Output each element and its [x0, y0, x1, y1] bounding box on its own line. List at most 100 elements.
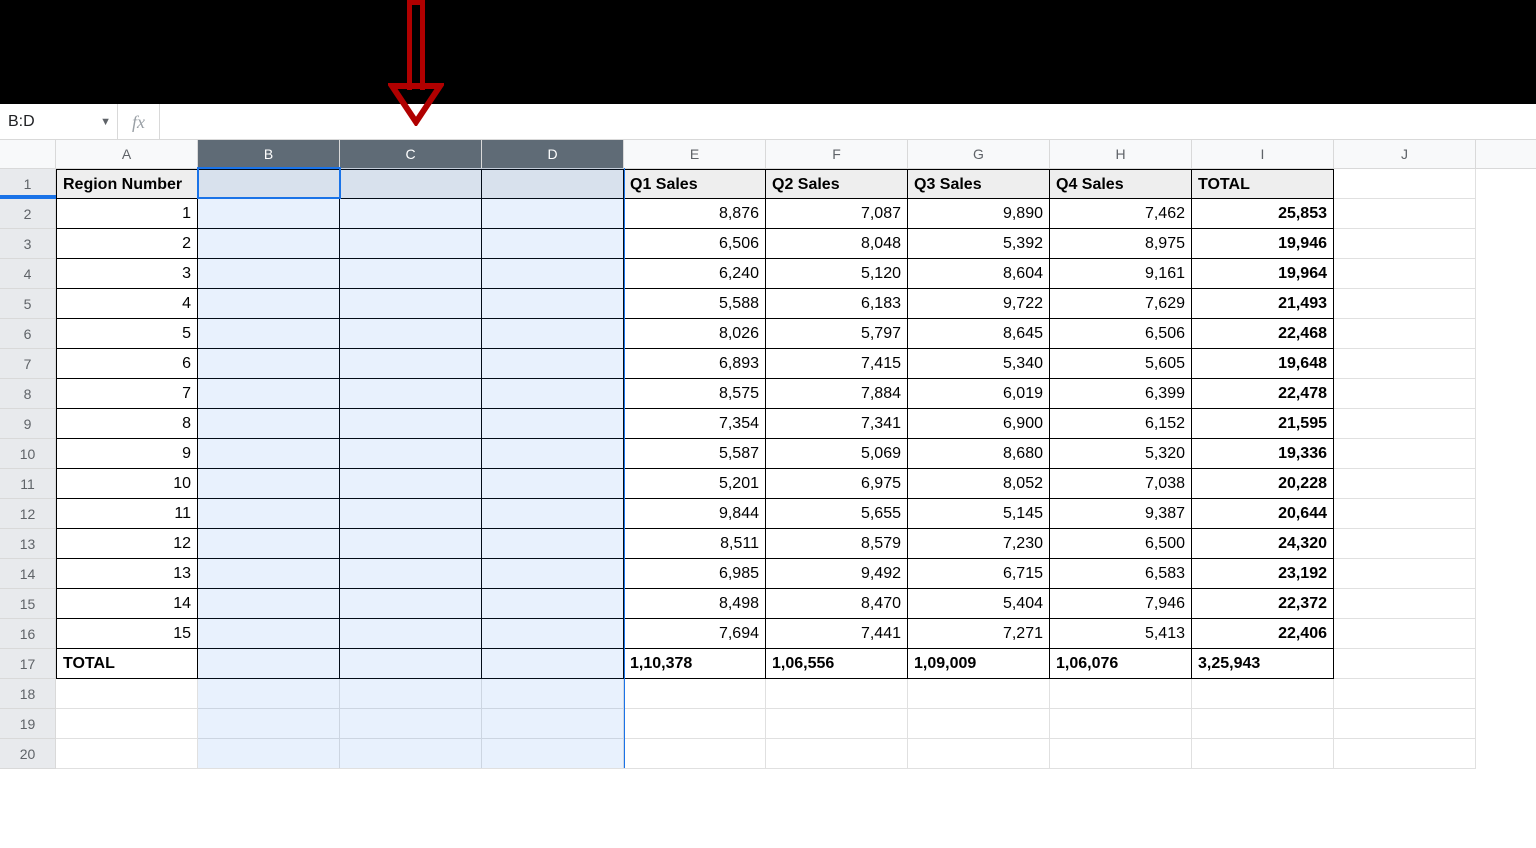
- cell-C3[interactable]: [340, 229, 482, 259]
- cell-I14[interactable]: 23,192: [1192, 559, 1334, 589]
- cell-B10[interactable]: [198, 439, 340, 469]
- cell-C20[interactable]: [340, 739, 482, 769]
- cell-F6[interactable]: 5,797: [766, 319, 908, 349]
- cell-J15[interactable]: [1334, 589, 1476, 619]
- cell-B8[interactable]: [198, 379, 340, 409]
- cell-F9[interactable]: 7,341: [766, 409, 908, 439]
- cell-H16[interactable]: 5,413: [1050, 619, 1192, 649]
- cell-B17[interactable]: [198, 649, 340, 679]
- cell-G12[interactable]: 5,145: [908, 499, 1050, 529]
- cell-F19[interactable]: [766, 709, 908, 739]
- cell-D10[interactable]: [482, 439, 624, 469]
- cell-D2[interactable]: [482, 199, 624, 229]
- cell-I8[interactable]: 22,478: [1192, 379, 1334, 409]
- cell-J12[interactable]: [1334, 499, 1476, 529]
- cell-B15[interactable]: [198, 589, 340, 619]
- cell-J17[interactable]: [1334, 649, 1476, 679]
- cell-D6[interactable]: [482, 319, 624, 349]
- cell-G5[interactable]: 9,722: [908, 289, 1050, 319]
- cell-A18[interactable]: [56, 679, 198, 709]
- cell-J7[interactable]: [1334, 349, 1476, 379]
- cell-A5[interactable]: 4: [56, 289, 198, 319]
- row-header-12[interactable]: 12: [0, 499, 56, 529]
- cell-E13[interactable]: 8,511: [624, 529, 766, 559]
- cell-C15[interactable]: [340, 589, 482, 619]
- row-header-2[interactable]: 2: [0, 199, 56, 229]
- cell-B5[interactable]: [198, 289, 340, 319]
- row-header-5[interactable]: 5: [0, 289, 56, 319]
- cell-H1[interactable]: Q4 Sales: [1050, 169, 1192, 199]
- cell-H8[interactable]: 6,399: [1050, 379, 1192, 409]
- cell-H15[interactable]: 7,946: [1050, 589, 1192, 619]
- cell-I9[interactable]: 21,595: [1192, 409, 1334, 439]
- cell-H17[interactable]: 1,06,076: [1050, 649, 1192, 679]
- select-all-corner[interactable]: [0, 140, 56, 168]
- cell-G6[interactable]: 8,645: [908, 319, 1050, 349]
- cell-I13[interactable]: 24,320: [1192, 529, 1334, 559]
- row-header-16[interactable]: 16: [0, 619, 56, 649]
- row-header-19[interactable]: 19: [0, 709, 56, 739]
- cell-J10[interactable]: [1334, 439, 1476, 469]
- cell-D17[interactable]: [482, 649, 624, 679]
- cell-F14[interactable]: 9,492: [766, 559, 908, 589]
- row-header-17[interactable]: 17: [0, 649, 56, 679]
- cell-B9[interactable]: [198, 409, 340, 439]
- cell-H11[interactable]: 7,038: [1050, 469, 1192, 499]
- cell-A16[interactable]: 15: [56, 619, 198, 649]
- cell-E4[interactable]: 6,240: [624, 259, 766, 289]
- cell-J11[interactable]: [1334, 469, 1476, 499]
- cell-A10[interactable]: 9: [56, 439, 198, 469]
- cell-E12[interactable]: 9,844: [624, 499, 766, 529]
- row-header-8[interactable]: 8: [0, 379, 56, 409]
- cell-F7[interactable]: 7,415: [766, 349, 908, 379]
- cell-H19[interactable]: [1050, 709, 1192, 739]
- cell-G15[interactable]: 5,404: [908, 589, 1050, 619]
- cell-B1[interactable]: [198, 169, 340, 199]
- row-header-18[interactable]: 18: [0, 679, 56, 709]
- cell-D18[interactable]: [482, 679, 624, 709]
- cell-F11[interactable]: 6,975: [766, 469, 908, 499]
- row-header-4[interactable]: 4: [0, 259, 56, 289]
- cell-I6[interactable]: 22,468: [1192, 319, 1334, 349]
- cell-J9[interactable]: [1334, 409, 1476, 439]
- cell-H13[interactable]: 6,500: [1050, 529, 1192, 559]
- cell-G19[interactable]: [908, 709, 1050, 739]
- cell-F8[interactable]: 7,884: [766, 379, 908, 409]
- column-header-B[interactable]: B: [198, 140, 340, 168]
- cell-G3[interactable]: 5,392: [908, 229, 1050, 259]
- cell-D16[interactable]: [482, 619, 624, 649]
- cell-A11[interactable]: 10: [56, 469, 198, 499]
- cell-C5[interactable]: [340, 289, 482, 319]
- row-header-9[interactable]: 9: [0, 409, 56, 439]
- cell-F1[interactable]: Q2 Sales: [766, 169, 908, 199]
- row-header-6[interactable]: 6: [0, 319, 56, 349]
- cell-G13[interactable]: 7,230: [908, 529, 1050, 559]
- cell-I10[interactable]: 19,336: [1192, 439, 1334, 469]
- row-header-3[interactable]: 3: [0, 229, 56, 259]
- row-header-7[interactable]: 7: [0, 349, 56, 379]
- cell-J19[interactable]: [1334, 709, 1476, 739]
- cell-E1[interactable]: Q1 Sales: [624, 169, 766, 199]
- cell-F2[interactable]: 7,087: [766, 199, 908, 229]
- cell-A19[interactable]: [56, 709, 198, 739]
- cell-F12[interactable]: 5,655: [766, 499, 908, 529]
- cell-G10[interactable]: 8,680: [908, 439, 1050, 469]
- cell-I19[interactable]: [1192, 709, 1334, 739]
- column-header-A[interactable]: A: [56, 140, 198, 168]
- cell-F20[interactable]: [766, 739, 908, 769]
- cell-C19[interactable]: [340, 709, 482, 739]
- cell-G4[interactable]: 8,604: [908, 259, 1050, 289]
- cell-D3[interactable]: [482, 229, 624, 259]
- column-header-J[interactable]: J: [1334, 140, 1476, 168]
- cell-A2[interactable]: 1: [56, 199, 198, 229]
- cell-D9[interactable]: [482, 409, 624, 439]
- cell-C6[interactable]: [340, 319, 482, 349]
- cell-F4[interactable]: 5,120: [766, 259, 908, 289]
- cell-E16[interactable]: 7,694: [624, 619, 766, 649]
- cell-B6[interactable]: [198, 319, 340, 349]
- cell-G18[interactable]: [908, 679, 1050, 709]
- cell-D1[interactable]: [482, 169, 624, 199]
- cell-I16[interactable]: 22,406: [1192, 619, 1334, 649]
- cell-A4[interactable]: 3: [56, 259, 198, 289]
- cell-B19[interactable]: [198, 709, 340, 739]
